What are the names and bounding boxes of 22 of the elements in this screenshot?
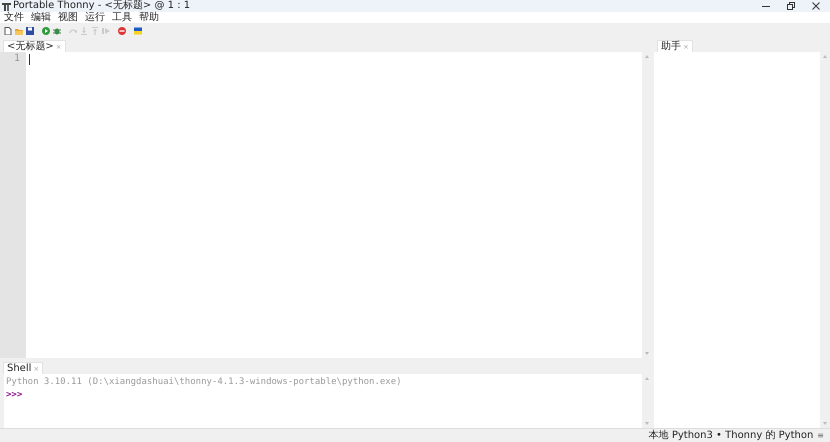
folder-icon[interactable]	[15, 27, 23, 35]
line-number: 1	[12, 53, 21, 64]
close-icon[interactable]	[812, 2, 820, 10]
flag-icon[interactable]	[134, 27, 142, 35]
menu-icon[interactable]: ≡	[817, 431, 824, 440]
shell-startup-text: Python 3.10.11 (D:\xiangdashuai\thonny-4.1.3-windows-portable\python.exe)	[6, 376, 403, 389]
stop-icon[interactable]	[118, 27, 126, 35]
window-title: Portable Thonny - <无标题> @ 1 : 1	[13, 0, 190, 12]
interpreter-status[interactable]: 本地 Python3 • Thonny 的 Python	[648, 430, 814, 442]
app-icon	[2, 2, 11, 10]
menu-item[interactable]: 视图	[58, 12, 78, 23]
menu-item[interactable]: 文件	[4, 12, 24, 23]
play-icon[interactable]	[42, 27, 50, 35]
menu-item[interactable]: 编辑	[31, 12, 51, 23]
restore-icon[interactable]	[787, 2, 795, 10]
menu-item[interactable]: 帮助	[139, 12, 159, 23]
new-file-icon[interactable]	[4, 27, 12, 35]
shell-prompt: >>>	[6, 389, 24, 402]
menu-item[interactable]: 工具	[112, 12, 132, 23]
save-icon[interactable]	[26, 27, 34, 35]
menu-item[interactable]: 运行	[85, 12, 105, 23]
bug-icon[interactable]	[53, 27, 61, 35]
